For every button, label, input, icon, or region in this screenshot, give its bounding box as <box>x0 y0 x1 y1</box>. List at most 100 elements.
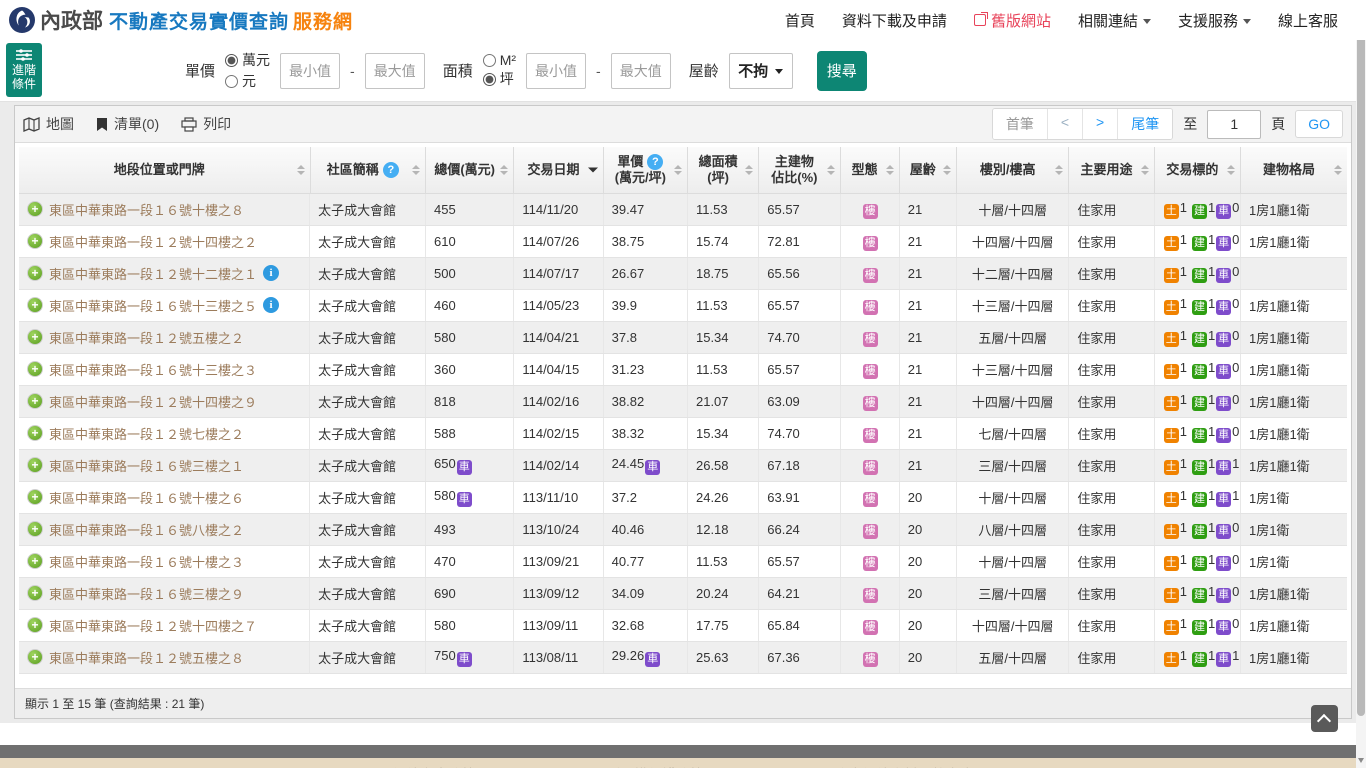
nav-support[interactable]: 支援服務 <box>1178 10 1251 31</box>
table-row[interactable]: + 東區中華東路一段１６號八樓之２ 太子成大會館 493 113/10/24 4… <box>19 513 1347 546</box>
prev-page-button[interactable]: < <box>1046 109 1083 139</box>
go-button[interactable]: GO <box>1295 110 1343 138</box>
col-target[interactable]: 交易標的 <box>1153 147 1242 194</box>
area-min-input[interactable] <box>526 52 587 89</box>
col-type[interactable]: 型態 <box>839 147 900 194</box>
expand-plus-icon[interactable]: + <box>27 393 43 409</box>
nav-home[interactable]: 首頁 <box>785 10 815 31</box>
first-page-button[interactable]: 首筆 <box>992 109 1047 139</box>
expand-plus-icon[interactable]: + <box>27 425 43 441</box>
expand-plus-icon[interactable]: + <box>27 617 43 633</box>
address-link[interactable]: 東區中華東路一段１２號十四樓之２ <box>49 232 257 251</box>
col-floor[interactable]: 樓別/樓高 <box>955 147 1070 194</box>
expand-plus-icon[interactable]: + <box>27 265 43 281</box>
last-page-button[interactable]: 尾筆 <box>1117 109 1173 139</box>
table-row[interactable]: + 東區中華東路一段１６號十三樓之３ 太子成大會館 360 114/04/15 … <box>19 353 1347 386</box>
expand-plus-icon[interactable]: + <box>27 489 43 505</box>
total-price-cell: 690 <box>425 577 515 610</box>
col-layout[interactable]: 建物格局 <box>1240 147 1347 194</box>
nav-download[interactable]: 資料下載及申請 <box>842 10 947 31</box>
address-link[interactable]: 東區中華東路一段１２號十四樓之９ <box>49 392 257 411</box>
col-community[interactable]: 社區簡稱? <box>309 147 427 194</box>
radio-wan-yuan[interactable]: 萬元 <box>225 50 270 70</box>
radio-yuan[interactable]: 元 <box>225 71 270 91</box>
page-number-input[interactable] <box>1207 109 1262 139</box>
info-icon[interactable]: i <box>263 297 280 313</box>
address-link[interactable]: 東區中華東路一段１６號十樓之６ <box>49 488 244 507</box>
search-button[interactable]: 搜尋 <box>816 50 867 91</box>
radio-square-meter[interactable]: M² <box>482 52 516 68</box>
address-link[interactable]: 東區中華東路一段１６號三樓之９ <box>49 584 244 603</box>
scrollbar-down-arrow[interactable] <box>1358 758 1364 763</box>
scrollbar-thumb[interactable] <box>1357 16 1365 716</box>
col-usage[interactable]: 主要用途 <box>1068 147 1155 194</box>
table-row[interactable]: + 東區中華東路一段１６號十樓之８ 太子成大會館 455 114/11/20 3… <box>19 193 1347 226</box>
help-icon[interactable]: ? <box>382 161 399 178</box>
radio-square-meter-input[interactable] <box>482 53 496 67</box>
nav-old-site[interactable]: 舊版網站 <box>973 10 1051 31</box>
table-row[interactable]: + 東區中華東路一段１６號十樓之６ 太子成大會館 580 車 113/11/10 … <box>19 481 1347 514</box>
print-button[interactable]: 列印 <box>181 114 231 134</box>
expand-plus-icon[interactable]: + <box>27 329 43 345</box>
unit-price-max-input[interactable] <box>364 52 425 89</box>
table-row[interactable]: + 東區中華東路一段１２號十四樓之９ 太子成大會館 818 114/02/16 … <box>19 385 1347 418</box>
radio-wan-yuan-input[interactable] <box>225 53 239 67</box>
scroll-to-top-button[interactable] <box>1311 705 1338 732</box>
radio-ping[interactable]: 坪 <box>482 69 516 89</box>
help-icon[interactable]: ? <box>647 153 664 170</box>
expand-plus-icon[interactable]: + <box>27 201 43 217</box>
table-row[interactable]: + 東區中華東路一段１２號七樓之２ 太子成大會館 588 114/02/15 3… <box>19 417 1347 450</box>
unit-price-min-input[interactable] <box>280 52 341 89</box>
map-view-button[interactable]: 地圖 <box>23 114 74 134</box>
expand-plus-icon[interactable]: + <box>27 457 43 473</box>
nav-related-links[interactable]: 相關連結 <box>1078 10 1151 31</box>
col-age[interactable]: 屋齡 <box>898 147 957 194</box>
col-address[interactable]: 地段位置或門牌 <box>19 147 311 194</box>
table-row[interactable]: + 東區中華東路一段１６號十三樓之５ i 太子成大會館 460 114/05/2… <box>19 289 1347 322</box>
address-link[interactable]: 東區中華東路一段１６號八樓之２ <box>49 520 244 539</box>
radio-ping-input[interactable] <box>482 72 496 86</box>
address-link[interactable]: 東區中華東路一段１６號十樓之３ <box>49 552 244 571</box>
expand-plus-icon[interactable]: + <box>27 553 43 569</box>
address-link[interactable]: 東區中華東路一段１６號十三樓之３ <box>49 360 257 379</box>
building-type-badge: 樓 <box>862 428 878 443</box>
address-link[interactable]: 東區中華東路一段１２號七樓之２ <box>49 424 244 443</box>
address-link[interactable]: 東區中華東路一段１２號五樓之２ <box>49 328 244 347</box>
table-row[interactable]: + 東區中華東路一段１２號十四樓之２ 太子成大會館 610 114/07/26 … <box>19 225 1347 258</box>
expand-plus-icon[interactable]: + <box>27 361 43 377</box>
address-link[interactable]: 東區中華東路一段１６號十樓之８ <box>49 200 244 219</box>
col-unit-price[interactable]: 單價? (萬元/坪) <box>602 147 688 194</box>
table-row[interactable]: + 東區中華東路一段１６號十樓之３ 太子成大會館 470 113/09/21 4… <box>19 545 1347 578</box>
table-row[interactable]: + 東區中華東路一段１２號五樓之８ 太子成大會館 750 車 113/08/11 … <box>19 641 1347 674</box>
address-link[interactable]: 東區中華東路一段１６號十三樓之５ <box>49 296 257 315</box>
next-page-button[interactable]: > <box>1082 109 1118 139</box>
expand-plus-icon[interactable]: + <box>27 521 43 537</box>
page-scrollbar[interactable] <box>1356 0 1366 768</box>
col-date[interactable]: 交易日期 <box>513 147 604 194</box>
info-icon[interactable]: i <box>263 265 280 281</box>
table-row[interactable]: + 東區中華東路一段１２號十四樓之７ 太子成大會館 580 113/09/11 … <box>19 609 1347 642</box>
col-total-price[interactable]: 總價(萬元) <box>425 147 515 194</box>
nav-online-service[interactable]: 線上客服 <box>1278 10 1338 31</box>
col-main-ratio[interactable]: 主建物 佔比(%) <box>758 147 841 194</box>
land-count: 1 <box>1179 520 1187 535</box>
table-row[interactable]: + 東區中華東路一段１２號五樓之２ 太子成大會館 580 114/04/21 3… <box>19 321 1347 354</box>
radio-yuan-input[interactable] <box>225 74 239 88</box>
address-link[interactable]: 東區中華東路一段１２號十四樓之７ <box>49 616 257 635</box>
table-row[interactable]: + 東區中華東路一段１６號三樓之９ 太子成大會館 690 113/09/12 3… <box>19 577 1347 610</box>
table-row[interactable]: + 東區中華東路一段１２號十二樓之１ i 太子成大會館 500 114/07/1… <box>19 257 1347 290</box>
col-area[interactable]: 總面積 (坪) <box>686 147 760 194</box>
expand-plus-icon[interactable]: + <box>27 649 43 665</box>
area-max-input[interactable] <box>610 52 671 89</box>
address-link[interactable]: 東區中華東路一段１６號三樓之１ <box>49 456 244 475</box>
address-link[interactable]: 東區中華東路一段１２號五樓之８ <box>49 648 244 667</box>
site-brand[interactable]: 內政部 不動產交易實價查詢 服務網 <box>8 5 353 35</box>
saved-list-button[interactable]: 清單(0) <box>96 114 159 134</box>
expand-plus-icon[interactable]: + <box>27 585 43 601</box>
advanced-filter-button[interactable]: 進階條件 <box>6 43 42 97</box>
expand-plus-icon[interactable]: + <box>27 233 43 249</box>
address-link[interactable]: 東區中華東路一段１２號十二樓之１ <box>49 264 257 283</box>
house-age-select[interactable]: 不拘 <box>728 52 793 89</box>
table-row[interactable]: + 東區中華東路一段１６號三樓之１ 太子成大會館 650 車 114/02/14 … <box>19 449 1347 482</box>
expand-plus-icon[interactable]: + <box>27 297 43 313</box>
